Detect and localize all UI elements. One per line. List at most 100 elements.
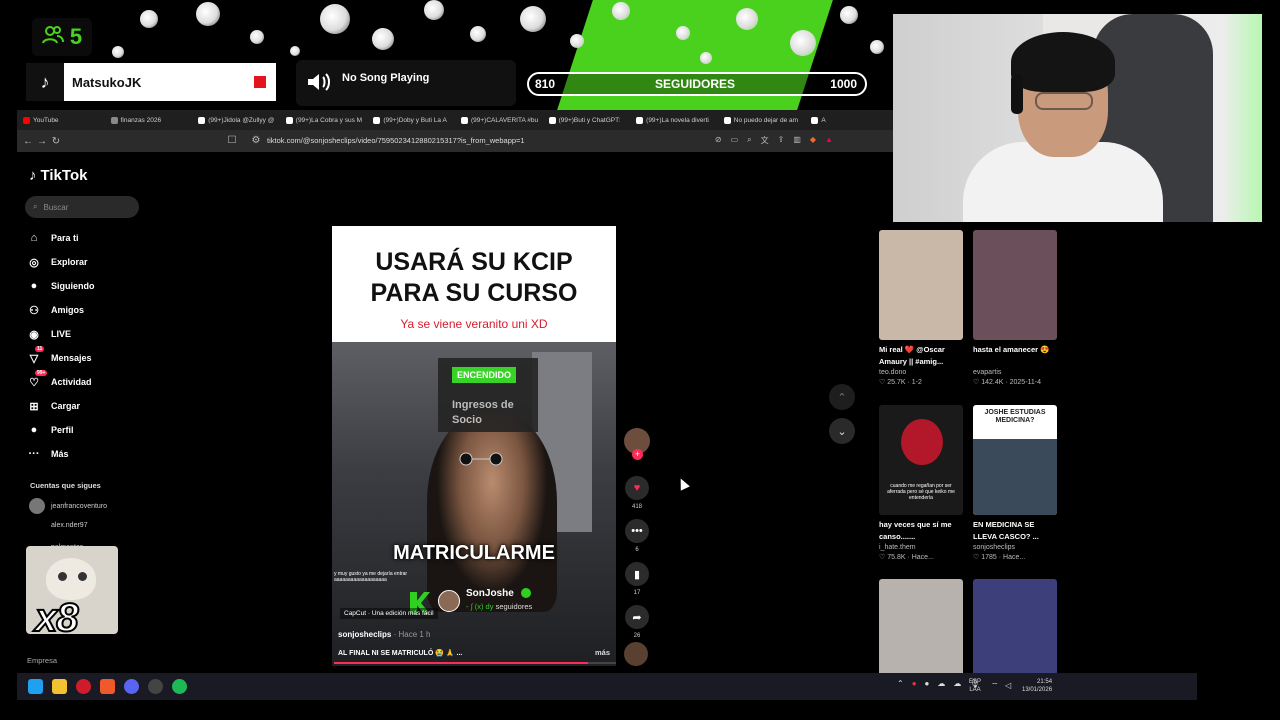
related-video-author[interactable]: i_hate.them	[879, 544, 963, 551]
sidebar-item-label: Siguiendo	[51, 281, 95, 291]
profile-icon: ●	[30, 424, 38, 436]
sidebar-item[interactable]: ● Siguiendo	[27, 274, 167, 298]
sidebar-item[interactable]: ◎ Explorar	[27, 250, 167, 274]
network-icon[interactable]: ⌔	[991, 681, 999, 691]
related-video-card[interactable]: Mi real ❤️ @Oscar Amaury || #amig... teo.…	[879, 230, 963, 386]
followed-account-name: jeanfrancoventuro	[51, 502, 108, 510]
video-player[interactable]: USARÁ SU KCIP PARA SU CURSO Ya se viene …	[332, 226, 616, 666]
browser-tab[interactable]: (99+)Jidola @Zullyy @	[192, 110, 280, 130]
tray-app-icon[interactable]: ●	[925, 679, 930, 688]
followed-account[interactable]: jeanfrancoventuro	[29, 498, 107, 514]
tab-favicon-icon	[285, 116, 293, 124]
music-disc-icon[interactable]	[624, 642, 648, 666]
system-tray: ⌃ ● ● ☁ ☁ 🎙︎	[897, 679, 980, 688]
related-video-card[interactable]: cuando me regañan por ser aferrada pero …	[879, 405, 963, 561]
browser-tab[interactable]: (99+)La novela diverti	[630, 110, 718, 130]
sidebar-item[interactable]: ♡ 99+ Actividad	[27, 370, 167, 394]
related-video-title[interactable]: Mi real ❤️ @Oscar Amaury || #amig...	[879, 344, 963, 368]
tab-label: A	[821, 116, 826, 124]
site-settings-icon[interactable]: ⚙	[249, 135, 263, 146]
bookmark-icon[interactable]: ☐	[225, 135, 239, 146]
apple-image	[901, 419, 943, 465]
related-video-card[interactable]: JOSHE ESTUDIAS MEDICINA? EN MEDICINA SE L…	[973, 405, 1057, 561]
video-thumbnail[interactable]: JOSHE ESTUDIAS MEDICINA?	[973, 405, 1057, 515]
browser-tab[interactable]: finanzas 2026	[105, 110, 193, 130]
sidebar-item[interactable]: ◉ LIVE	[27, 322, 167, 346]
sidebar-item[interactable]: ⌂ Para ti	[27, 226, 167, 250]
no-tracking-icon[interactable]: ⊘	[715, 135, 722, 146]
language-indicator[interactable]: ESP LAA	[969, 678, 981, 694]
video-thumbnail[interactable]	[879, 230, 963, 340]
obs-icon[interactable]	[148, 679, 163, 694]
video-progress-bar[interactable]	[334, 662, 616, 664]
browser-tab[interactable]: (99+)CALAVERITA #bu	[455, 110, 543, 130]
back-icon[interactable]: ←	[21, 136, 35, 147]
related-video-author[interactable]: sonjosheclips	[973, 544, 1057, 551]
forward-icon[interactable]: →	[35, 136, 49, 147]
related-video-author[interactable]: evapartis	[973, 369, 1057, 376]
spotify-icon[interactable]	[172, 679, 187, 694]
browser-tab[interactable]: A	[805, 110, 893, 130]
creator-avatar[interactable]: +	[624, 428, 650, 460]
video-thumbnail[interactable]	[973, 230, 1057, 340]
tray-app-icon[interactable]: ●	[912, 679, 917, 688]
related-video-author[interactable]: teo.dono	[879, 369, 963, 376]
url-text[interactable]: tiktok.com/@sonjosheclips/video/75950234…	[267, 136, 525, 145]
related-video-title[interactable]: EN MEDICINA SE LLEVA CASCO? ...	[973, 519, 1057, 543]
clock[interactable]: 21:54 13/01/2026	[1022, 678, 1052, 694]
file-explorer-icon[interactable]	[52, 679, 67, 694]
related-video-title[interactable]: hasta el amanecer 😍	[973, 344, 1057, 368]
browser-tab[interactable]: No puedo dejar de am	[718, 110, 806, 130]
share-button[interactable]: ➦	[625, 605, 649, 629]
footer-company-link[interactable]: Empresa	[27, 656, 57, 665]
video-thumbnail[interactable]: cuando me regañan por ser aferrada pero …	[879, 405, 963, 515]
more-link[interactable]: más	[595, 648, 610, 657]
followed-account[interactable]: alex.nder97	[51, 522, 88, 529]
share-icon[interactable]: ⇪	[778, 135, 785, 146]
sidebar-item[interactable]: ● Perfil	[27, 418, 167, 442]
sidebar-item[interactable]: ⊞ Cargar	[27, 394, 167, 418]
translate-icon[interactable]: 文	[761, 135, 769, 146]
search-input[interactable]: ⌕ Buscar	[25, 196, 139, 218]
tab-favicon-icon	[110, 116, 118, 124]
sidebar-item-label: Mensajes	[51, 353, 92, 363]
rewards-icon[interactable]: ▲	[825, 135, 833, 146]
tray-app-icon[interactable]: ☁	[953, 679, 961, 688]
capcut-label[interactable]: CapCut · Una edición más fácil	[340, 608, 438, 619]
browser-tab[interactable]: (99+)La Cobra y sus M	[280, 110, 368, 130]
volume-icon[interactable]: ◁	[1005, 681, 1011, 690]
browser-tab[interactable]: YouTube	[17, 110, 105, 130]
tiktok-logo[interactable]: ♪ TikTok	[29, 167, 87, 184]
follow-plus-icon[interactable]: +	[632, 449, 643, 460]
brave-shield-icon[interactable]: ◆	[810, 135, 816, 146]
opera-gx-icon[interactable]	[76, 679, 91, 694]
bookmark-icon: ▮	[633, 568, 641, 581]
sidebar-item[interactable]: ··· Más	[27, 442, 167, 466]
comment-button[interactable]: •••	[625, 519, 649, 543]
windows-start-icon[interactable]	[28, 679, 43, 694]
sidebar-item[interactable]: ▽ 11 Mensajes	[27, 346, 167, 370]
income-overlay-text: Ingresos de Socio	[452, 399, 514, 426]
related-video-title[interactable]: hay veces que sí me canso.......	[879, 519, 963, 543]
discord-icon[interactable]	[124, 679, 139, 694]
like-button[interactable]: ♥	[625, 476, 649, 500]
sidebar-icon[interactable]: ▥	[793, 135, 801, 146]
video-author[interactable]: sonjosheclips · Hace 1 h	[338, 630, 431, 639]
sidebar-item[interactable]: ⚇ Amigos	[27, 298, 167, 322]
browser-tab[interactable]: (99+)Buti y ChatGPT:	[543, 110, 631, 130]
home-icon: ⌂	[30, 232, 38, 244]
save-button[interactable]: ▮	[625, 562, 649, 586]
next-video-button[interactable]: ⌄	[829, 418, 855, 444]
browser-tab[interactable]: (99+)Doby y Buti La A	[367, 110, 455, 130]
related-video-card[interactable]: hasta el amanecer 😍 evapartis ♡ 142.4K · 2…	[973, 230, 1057, 386]
reload-icon[interactable]: ↻	[49, 136, 63, 147]
viewer-count-badge: 5	[32, 18, 92, 56]
tray-app-icon[interactable]: ☁	[937, 679, 945, 688]
cast-icon[interactable]: ▭	[731, 135, 739, 146]
mouse-cursor-icon	[676, 476, 690, 491]
chevron-up-icon[interactable]: ⌃	[897, 679, 904, 688]
brave-browser-icon[interactable]	[100, 679, 115, 694]
related-video-stats: ♡ 25.7K · 1-2	[879, 379, 922, 386]
previous-video-button[interactable]: ⌃	[829, 384, 855, 410]
zoom-icon[interactable]: ⌕	[747, 135, 751, 146]
